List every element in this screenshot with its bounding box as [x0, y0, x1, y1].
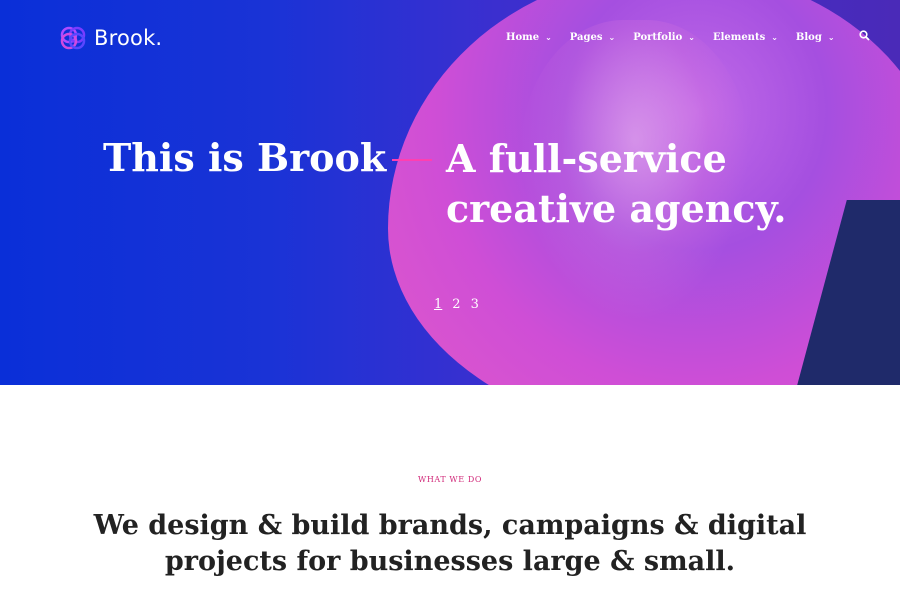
section-title-line2: projects for businesses large & small. [164, 546, 736, 577]
chevron-down-icon: ⌄ [608, 32, 616, 42]
section-title-line1: We design & build brands, campaigns & di… [93, 510, 807, 541]
nav-item-label: Blog [795, 31, 822, 43]
hero-banner: Brook. Home ⌄ Pages ⌄ Portfolio ⌄ Elemen… [0, 0, 900, 385]
chevron-down-icon: ⌄ [688, 32, 695, 42]
nav-item-blog[interactable]: Blog ⌄ [796, 32, 835, 43]
chevron-down-icon: ⌄ [545, 32, 552, 42]
nav-item-label: Elements [712, 31, 766, 43]
chevron-down-icon: ⌄ [827, 32, 835, 42]
slide-2-button[interactable]: 2 [452, 297, 460, 312]
brand-name: Brook. [94, 26, 163, 50]
hero-title-right-line2: creative agency. [446, 186, 787, 231]
search-icon[interactable] [858, 30, 870, 44]
nav-item-label: Pages [569, 31, 603, 43]
hero-accent-line [392, 159, 432, 161]
nav-item-label: Portfolio [633, 31, 683, 43]
slide-3-button[interactable]: 3 [471, 297, 479, 312]
hero-title-right-line1: A full-service [446, 136, 727, 181]
nav-item-home[interactable]: Home ⌄ [506, 32, 552, 43]
main-navigation: Home ⌄ Pages ⌄ Portfolio ⌄ Elements ⌄ Bl… [506, 30, 870, 44]
hero-title-right: A full-service creative agency. [446, 134, 846, 234]
hero-title-left: This is Brook [103, 135, 387, 180]
slider-pagination: 1 2 3 [434, 297, 489, 312]
nav-item-pages[interactable]: Pages ⌄ [570, 32, 615, 43]
chevron-down-icon: ⌄ [771, 32, 778, 42]
section-title: We design & build brands, campaigns & di… [0, 508, 900, 580]
brand-logo[interactable]: Brook. [58, 24, 162, 52]
slide-1-button[interactable]: 1 [434, 297, 442, 312]
nav-item-portfolio[interactable]: Portfolio ⌄ [633, 32, 695, 43]
nav-item-elements[interactable]: Elements ⌄ [713, 32, 778, 43]
section-label: WHAT WE DO [418, 475, 482, 484]
interlocked-rings-logo-icon [58, 24, 90, 52]
nav-item-label: Home [506, 31, 540, 43]
